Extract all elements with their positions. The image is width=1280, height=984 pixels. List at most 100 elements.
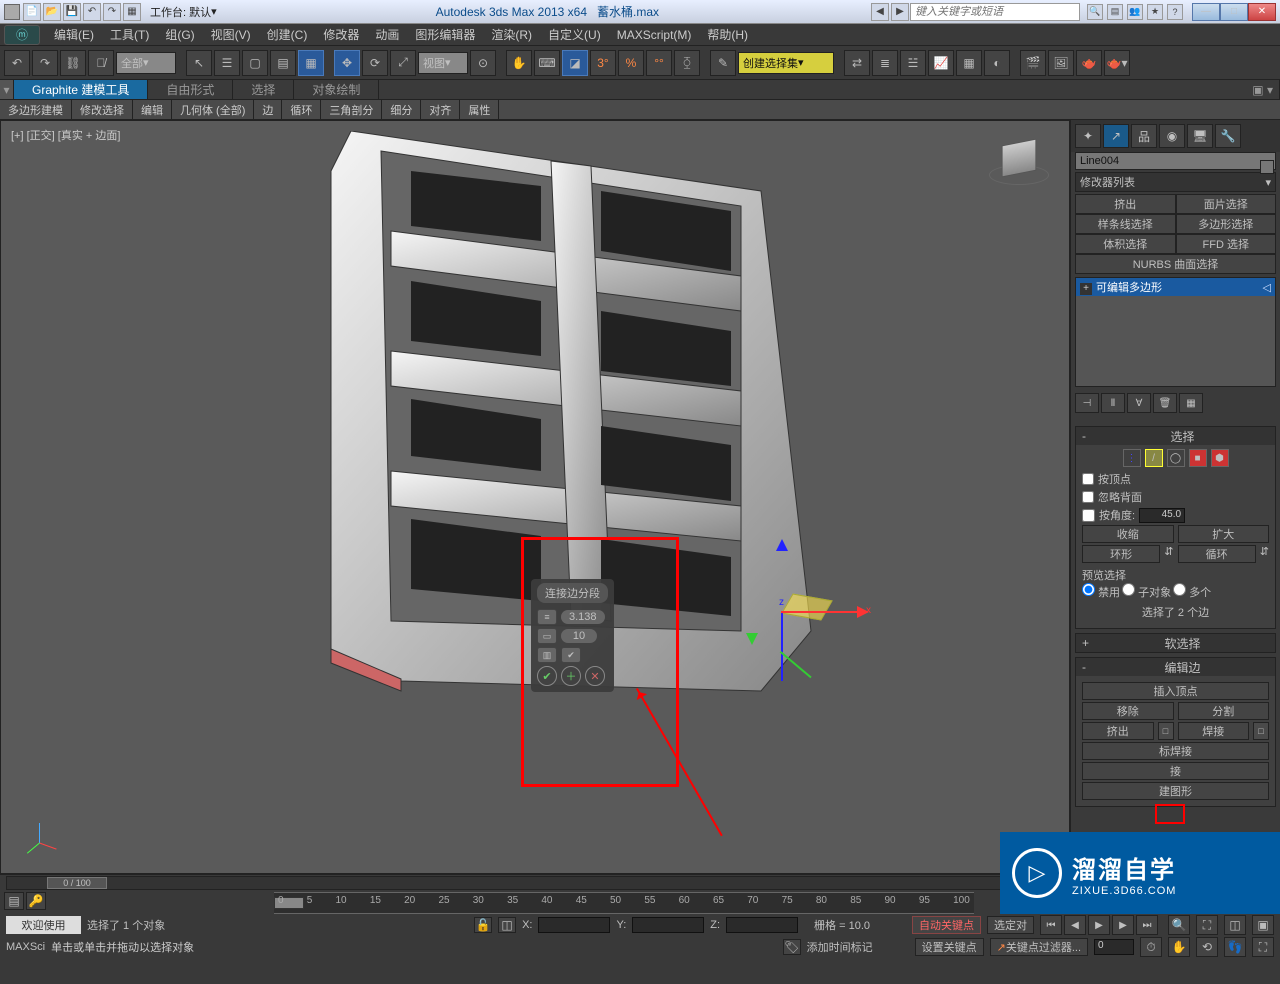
stack-pin-icon[interactable]: ⊣ — [1075, 393, 1099, 413]
chk-by-vertex[interactable]: 按顶点 — [1082, 471, 1269, 487]
fav-icon[interactable]: ★ — [1147, 4, 1163, 20]
panel-display-icon[interactable]: 🖥 — [1187, 124, 1213, 148]
tag-icon[interactable]: 🏷 — [783, 939, 801, 955]
viewport[interactable]: [+] [正交] [真实 + 边面] — [0, 120, 1070, 874]
panel-modify-icon[interactable]: ↗ — [1103, 124, 1129, 148]
sel-filter-dropdown[interactable]: 全部 ▾ — [116, 52, 176, 74]
search-input[interactable] — [910, 3, 1080, 21]
named-selset[interactable]: 创建选择集 ▾ — [738, 52, 834, 74]
schematic-button[interactable]: ▦ — [956, 50, 982, 76]
ribbon-tab-graphite[interactable]: Graphite 建模工具 — [14, 80, 148, 99]
btn-splinesel-mod[interactable]: 样条线选择 — [1075, 214, 1176, 234]
btn-polysel-mod[interactable]: 多边形选择 — [1176, 214, 1277, 234]
move-button[interactable]: ✥ — [334, 50, 360, 76]
btn-facesel-mod[interactable]: 面片选择 — [1176, 194, 1277, 214]
weld-settings-icon[interactable]: □ — [1253, 722, 1269, 740]
panel-utilities-icon[interactable]: 🔧 — [1215, 124, 1241, 148]
infocenter-icon[interactable]: 🔍 — [1087, 4, 1103, 20]
render-prod-button[interactable]: 🫖▾ — [1104, 50, 1130, 76]
time-ruler[interactable]: 0510152025303540455055606570758085909510… — [274, 892, 974, 914]
spinner-snap[interactable]: °° — [646, 50, 672, 76]
x-coord[interactable] — [538, 917, 610, 933]
layers-button[interactable]: ☱ — [900, 50, 926, 76]
pivot-button[interactable]: ⊙ — [470, 50, 496, 76]
viewcube[interactable] — [989, 141, 1049, 201]
help-sub-icon[interactable]: ▤ — [1107, 4, 1123, 20]
btn-ring[interactable]: 环形 — [1082, 545, 1160, 563]
sub-props[interactable]: 属性 — [460, 100, 499, 119]
rect-select-button[interactable]: ▢ — [242, 50, 268, 76]
stack-remove-icon[interactable]: 🗑 — [1153, 393, 1177, 413]
ribbon-tab-paint[interactable]: 对象绘制 — [294, 80, 379, 99]
sub-border-icon[interactable]: ◯ — [1167, 449, 1185, 467]
btn-extrude-edge[interactable]: 挤出 — [1082, 722, 1154, 740]
ribbon-tab-freeform[interactable]: 自由形式 — [148, 80, 233, 99]
sub-align[interactable]: 对齐 — [421, 100, 460, 119]
radio-multi[interactable]: 多个 — [1173, 583, 1211, 600]
setkey-button[interactable]: 设置关键点 — [915, 938, 984, 956]
sub-edge-icon[interactable]: / — [1145, 449, 1163, 467]
loop-spinner[interactable]: ⇵ — [1260, 545, 1269, 563]
extrude-settings-icon[interactable]: □ — [1158, 722, 1174, 740]
goto-end-icon[interactable]: ⏭ — [1136, 915, 1158, 935]
nav-max-icon[interactable]: ⛶ — [1252, 937, 1274, 957]
prev-icon[interactable]: ◀ — [871, 3, 889, 21]
time-config-icon[interactable]: ⏱ — [1140, 937, 1162, 957]
next-icon[interactable]: ▶ — [891, 3, 909, 21]
snap-toggle[interactable]: ◪ — [562, 50, 588, 76]
btn-target-weld[interactable]: 标焊接 — [1082, 742, 1269, 760]
btn-insert-vertex[interactable]: 插入顶点 — [1082, 682, 1269, 700]
sub-polymodel[interactable]: 多边形建模 — [0, 100, 72, 119]
sub-geom[interactable]: 几何体 (全部) — [172, 100, 254, 119]
menu-customize[interactable]: 自定义(U) — [540, 24, 609, 45]
menu-maxscript[interactable]: MAXScript(M) — [609, 26, 700, 44]
goto-start-icon[interactable]: ⏮ — [1040, 915, 1062, 935]
rollout-soft-header[interactable]: +软选择 — [1076, 634, 1275, 652]
menu-animation[interactable]: 动画 — [367, 24, 407, 45]
qat-save[interactable]: 💾 — [63, 3, 81, 21]
redo-button[interactable]: ↷ — [32, 50, 58, 76]
qat-redo[interactable]: ↷ — [103, 3, 121, 21]
maximize-button[interactable]: □ — [1220, 3, 1248, 21]
rollout-editedge-header[interactable]: -编辑边 — [1076, 658, 1275, 676]
autokey-button[interactable]: 自动关键点 — [912, 916, 981, 934]
qat-new[interactable]: 📄 — [23, 3, 41, 21]
btn-extrude-mod[interactable]: 挤出 — [1075, 194, 1176, 214]
stack-vortex-icon[interactable]: ◁ — [1263, 281, 1271, 294]
comm-icon[interactable]: 👥 — [1127, 4, 1143, 20]
render-setup-button[interactable]: 🎬 — [1020, 50, 1046, 76]
modifier-stack[interactable]: +可编辑多边形 ◁ — [1075, 277, 1276, 387]
maxscript-tag[interactable]: MAXSci — [6, 941, 45, 953]
btn-shape-from-edges[interactable]: 建图形 — [1082, 782, 1269, 800]
menu-views[interactable]: 视图(V) — [203, 24, 259, 45]
chk-by-angle[interactable] — [1082, 509, 1095, 522]
ribbon-minimize[interactable]: ▣ ▾ — [1246, 80, 1280, 99]
z-coord[interactable] — [726, 917, 798, 933]
qat-open[interactable]: 📂 — [43, 3, 61, 21]
ref-coord-dropdown[interactable]: 视图 ▾ — [418, 52, 468, 74]
nav-orbit-icon[interactable]: ⟲ — [1196, 937, 1218, 957]
object-name-field[interactable] — [1075, 152, 1276, 170]
menu-edit[interactable]: 编辑(E) — [46, 24, 102, 45]
rotate-button[interactable]: ⟳ — [362, 50, 388, 76]
nav-zoomall-icon[interactable]: ⛶ — [1196, 915, 1218, 935]
workspace-label[interactable]: 工作台: 默认 ▾ — [150, 4, 217, 20]
prev-frame-icon[interactable]: ◀ — [1064, 915, 1086, 935]
key-filter-button[interactable]: ↗ 关键点过滤器... — [990, 938, 1088, 956]
stack-showend-icon[interactable]: Ⅱ — [1101, 393, 1125, 413]
menu-modifiers[interactable]: 修改器 — [315, 24, 367, 45]
sub-loop[interactable]: 循环 — [282, 100, 321, 119]
sub-edge[interactable]: 边 — [254, 100, 282, 119]
ring-spinner[interactable]: ⇵ — [1164, 545, 1173, 563]
panel-hierarchy-icon[interactable]: 品 — [1131, 124, 1157, 148]
btn-weld[interactable]: 焊接 — [1178, 722, 1250, 740]
editnamed-button[interactable]: ✎ — [710, 50, 736, 76]
by-angle-value[interactable]: 45.0 — [1139, 508, 1185, 523]
menu-group[interactable]: 组(G) — [157, 24, 202, 45]
stack-item-editable-poly[interactable]: +可编辑多边形 ◁ — [1076, 278, 1275, 296]
sub-polygon-icon[interactable]: ■ — [1189, 449, 1207, 467]
keyboard-button[interactable]: ⌨ — [534, 50, 560, 76]
snap-magnet[interactable]: ⧲ — [674, 50, 700, 76]
btn-ffdsel-mod[interactable]: FFD 选择 — [1176, 234, 1277, 254]
nav-pan-icon[interactable]: ✋ — [1168, 937, 1190, 957]
